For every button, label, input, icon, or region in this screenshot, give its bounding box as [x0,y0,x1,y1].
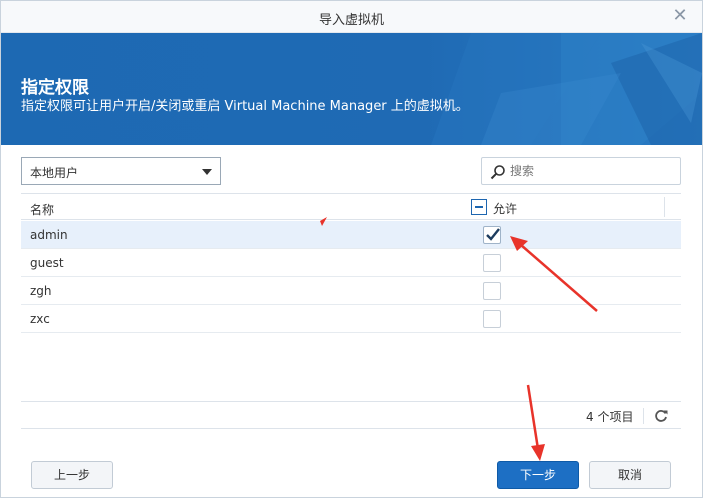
next-button[interactable]: 下一步 [497,461,579,489]
title-bar: 导入虚拟机 ✕ [1,1,702,33]
item-count: 4 个项目 [586,410,634,424]
cancel-button[interactable]: 取消 [589,461,671,489]
permission-grid: 名称 允许 admin guest zgh zxc 4 个项目 [21,193,681,431]
search-input[interactable] [510,162,670,180]
user-name: zgh [30,284,52,298]
user-type-value: 本地用户 [30,166,79,180]
import-vm-dialog: 导入虚拟机 ✕ 指定权限 指定权限可让用户开启/关闭或重启 Virtual Ma… [0,0,703,498]
footer-divider [643,408,644,424]
select-all-checkbox[interactable] [471,199,487,215]
allow-checkbox[interactable] [483,310,501,328]
annotation-arrow-head [531,444,545,461]
window-title: 导入虚拟机 [318,13,384,28]
allow-checkbox[interactable] [483,226,501,244]
chevron-down-icon [202,169,212,175]
table-row[interactable]: zxc [21,305,681,333]
previous-button[interactable]: 上一步 [31,461,113,489]
table-row[interactable]: guest [21,249,681,277]
search-box[interactable] [481,157,681,185]
column-divider [664,197,665,217]
banner-decoration [1,33,702,145]
column-header-allow: 允许 [471,199,681,217]
grid-header: 名称 允许 [21,193,681,220]
user-name: admin [30,228,68,242]
user-type-dropdown[interactable]: 本地用户 [21,157,221,185]
allow-checkbox[interactable] [483,282,501,300]
table-row[interactable]: zgh [21,277,681,305]
column-header-allow-label: 允许 [493,202,518,216]
user-name: zxc [30,312,50,326]
user-name: guest [30,256,64,270]
close-icon[interactable]: ✕ [670,6,690,26]
allow-checkbox[interactable] [483,254,501,272]
column-header-name[interactable]: 名称 [30,201,54,218]
table-row[interactable]: admin [21,221,681,249]
grid-footer: 4 个项目 [21,401,681,429]
search-icon [490,165,505,180]
checkmark-icon [486,228,500,241]
wizard-banner: 指定权限 指定权限可让用户开启/关闭或重启 Virtual Machine Ma… [1,33,702,145]
banner-subtitle: 指定权限可让用户开启/关闭或重启 Virtual Machine Manager… [21,99,469,114]
refresh-icon[interactable] [653,408,669,424]
